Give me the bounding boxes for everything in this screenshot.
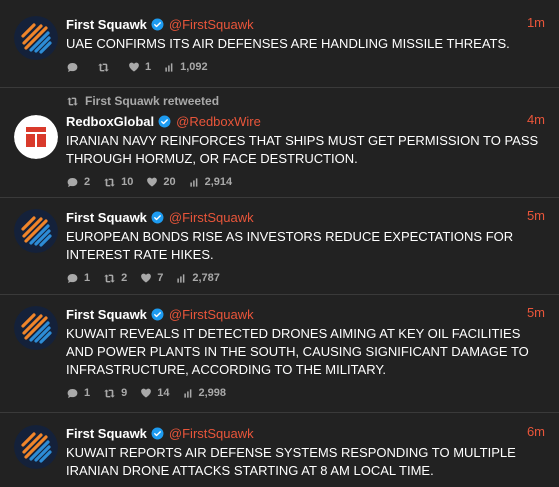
reply-icon [66,387,79,400]
tweet-item[interactable]: First Squawk retweeted RedboxGlobal @Red… [0,88,559,198]
avatar[interactable] [14,115,58,159]
reply-button[interactable]: 1 [66,387,90,400]
tweet-text: KUWAIT REPORTS AIR DEFENSE SYSTEMS RESPO… [66,445,516,478]
author-handle[interactable]: @FirstSquawk [169,210,254,225]
heart-icon [140,387,152,399]
tweet-header: First Squawk @FirstSquawk 1m [66,14,545,34]
tweet-actions: 2 10 20 2,914 [66,174,545,190]
verified-badge-icon [151,18,164,31]
tweet-text: UAE CONFIRMS ITS AIR DEFENSES ARE HANDLI… [66,36,510,51]
reply-button[interactable] [66,61,84,74]
first-squawk-logo-icon [14,425,58,469]
heart-icon [128,61,140,73]
author-name[interactable]: RedboxGlobal [66,114,154,129]
like-count: 1 [145,61,152,73]
view-count: 1,092 [180,61,208,73]
author-handle[interactable]: @FirstSquawk [169,307,254,322]
like-button[interactable]: 14 [140,387,170,399]
like-count: 20 [163,176,176,188]
author-handle[interactable]: @FirstSquawk [169,426,254,441]
heart-icon [140,272,152,284]
retweet-button[interactable]: 9 [103,387,127,400]
heart-icon [146,176,158,188]
tweet-actions: 1 2 7 2,787 [66,270,545,286]
views-icon [176,273,187,284]
reply-count: 2 [84,176,91,188]
verified-badge-icon [151,427,164,440]
author-name[interactable]: First Squawk [66,426,147,441]
tweet-item[interactable]: First Squawk @FirstSquawk 5m KUWAIT REVE… [0,295,559,413]
verified-badge-icon [158,115,171,128]
avatar[interactable] [14,425,58,469]
redbox-logo-icon [14,115,58,159]
reply-count: 1 [84,272,91,284]
tweet-text: KUWAIT REVEALS IT DETECTED DRONES AIMING… [66,326,529,377]
first-squawk-logo-icon [14,209,58,253]
tweet-timestamp[interactable]: 5m [527,208,545,223]
retweet-icon [66,95,79,108]
reply-button[interactable]: 1 [66,272,90,285]
tweet-timestamp[interactable]: 1m [527,15,545,30]
retweet-button[interactable]: 10 [103,176,133,189]
views-button[interactable]: 2,998 [183,387,227,399]
reply-count: 1 [84,387,91,399]
tweet-actions: 1 9 14 2,998 [66,385,545,401]
retweet-icon [103,387,116,400]
tweet-actions: 1 1,092 [66,59,545,75]
like-count: 14 [157,387,170,399]
like-button[interactable]: 20 [146,176,176,188]
author-name[interactable]: First Squawk [66,17,147,32]
tweet-header: RedboxGlobal @RedboxWire 4m [66,111,545,131]
tweet-item[interactable]: First Squawk @FirstSquawk 5m EUROPEAN BO… [0,198,559,295]
tweet-header: First Squawk @FirstSquawk 5m [66,207,545,227]
view-count: 2,787 [192,272,220,284]
tweet-header: First Squawk @FirstSquawk 6m [66,423,545,443]
tweet-item[interactable]: First Squawk @FirstSquawk 6m KUWAIT REPO… [0,413,559,487]
tweet-text: IRANIAN NAVY REINFORCES THAT SHIPS MUST … [66,133,539,166]
first-squawk-logo-icon [14,306,58,350]
reply-button[interactable]: 2 [66,176,90,189]
views-icon [164,62,175,73]
avatar[interactable] [14,209,58,253]
tweet-text: EUROPEAN BONDS RISE AS INVESTORS REDUCE … [66,229,514,262]
like-button[interactable]: 1 [128,61,151,73]
reply-icon [66,272,79,285]
retweeted-by-label[interactable]: First Squawk retweeted [85,94,219,108]
views-icon [183,388,194,399]
retweet-icon [103,272,116,285]
like-count: 7 [157,272,164,284]
like-button[interactable]: 7 [140,272,163,284]
verified-badge-icon [151,211,164,224]
retweet-icon [103,176,116,189]
verified-badge-icon [151,308,164,321]
reply-icon [66,61,79,74]
views-button[interactable]: 2,914 [189,176,233,188]
author-name[interactable]: First Squawk [66,210,147,225]
retweet-button[interactable] [97,61,115,74]
author-handle[interactable]: @RedboxWire [176,114,261,129]
tweet-timestamp[interactable]: 5m [527,305,545,320]
tweet-timestamp[interactable]: 4m [527,112,545,127]
views-icon [189,177,200,188]
view-count: 2,914 [204,176,233,188]
view-count: 2,998 [198,387,227,399]
tweet-timestamp[interactable]: 6m [527,424,545,439]
retweet-button[interactable]: 2 [103,272,127,285]
tweet-header: First Squawk @FirstSquawk 5m [66,304,545,324]
tweet-feed: First Squawk @FirstSquawk 1m UAE CONFIRM… [0,0,559,487]
retweet-count: 10 [121,176,134,188]
views-button[interactable]: 2,787 [176,272,220,284]
reply-icon [66,176,79,189]
avatar[interactable] [14,16,58,60]
retweet-count: 9 [121,387,128,399]
avatar[interactable] [14,306,58,350]
author-name[interactable]: First Squawk [66,307,147,322]
first-squawk-logo-icon [14,16,58,60]
tweet-item[interactable]: First Squawk @FirstSquawk 1m UAE CONFIRM… [0,0,559,88]
retweeted-by: First Squawk retweeted [66,88,545,109]
retweet-count: 2 [121,272,128,284]
author-handle[interactable]: @FirstSquawk [169,17,254,32]
retweet-icon [97,61,110,74]
views-button[interactable]: 1,092 [164,61,208,73]
